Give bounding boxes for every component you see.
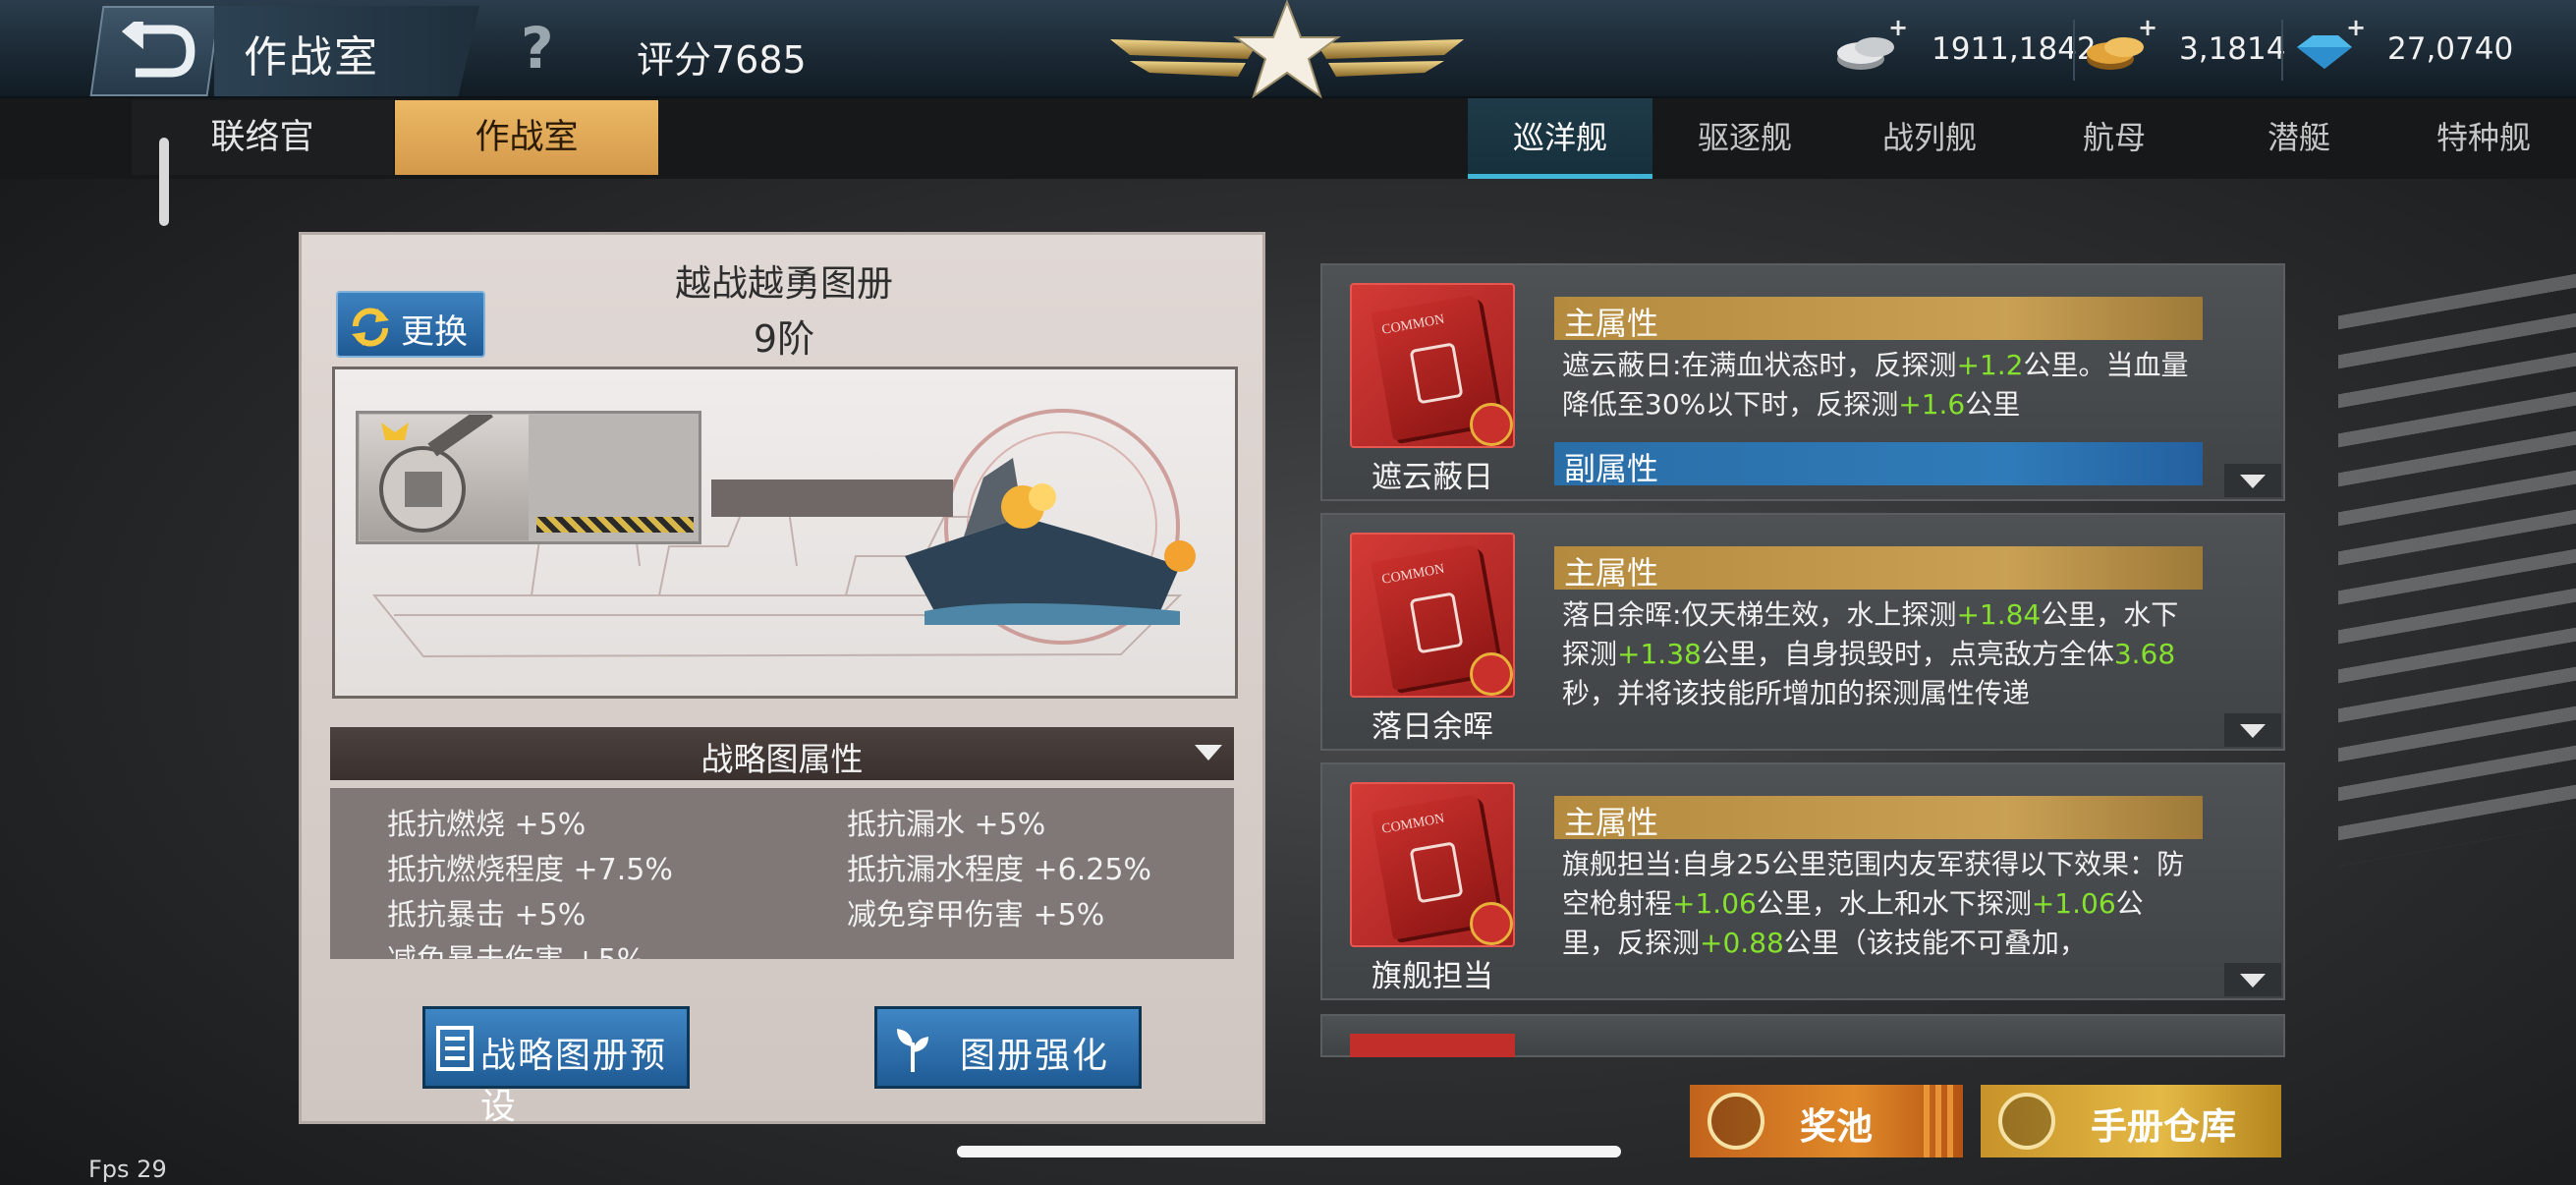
swap-button[interactable]: 更换 <box>336 291 485 358</box>
blueprint-enhance-label: 图册强化 <box>960 1036 1110 1076</box>
sprout-enhance-icon <box>897 1029 928 1072</box>
attribute-item: 抵抗燃烧程度 +7.5% <box>387 853 673 887</box>
attribute-header-label: 战略图属性 <box>700 740 864 778</box>
reward-pool-label: 奖池 <box>1800 1105 1873 1148</box>
manual-warehouse-label: 手册仓库 <box>2091 1105 2236 1148</box>
attribute-item: 抵抗漏水 +5% <box>847 808 1046 842</box>
diamond-amount: 27,0740 <box>2387 31 2514 67</box>
add-diamond-icon[interactable]: + <box>2346 14 2366 41</box>
tab-submarine[interactable]: 潜艇 <box>2207 98 2391 179</box>
equipment-slot[interactable] <box>360 404 529 540</box>
expand-card-button[interactable] <box>2224 464 2281 497</box>
main-attribute-label: 主属性 <box>1564 305 1659 342</box>
tab-destroyer[interactable]: 驱逐舰 <box>1652 98 1837 179</box>
blueprint-title: 越战越勇图册 <box>675 262 893 305</box>
tab-battleship[interactable]: 战列舰 <box>1837 98 2022 179</box>
equipment-name-plate <box>711 480 953 517</box>
refresh-icon[interactable] <box>1470 902 1513 945</box>
expand-caret-icon[interactable] <box>1195 745 1222 761</box>
sub-attribute-label: 副属性 <box>1564 450 1659 487</box>
background-window-light <box>2338 273 2576 867</box>
swap-refresh-icon <box>352 308 389 347</box>
skill-book-icon <box>1350 1034 1515 1057</box>
skill-book-icon: COMMON <box>1350 283 1515 448</box>
medal-icon <box>1708 1093 1764 1150</box>
attribute-item: 减免暴击伤害 +5% <box>387 935 644 959</box>
skill-description: 落日余晖:仅天梯生效，水上探测+1.84公里，水下探测+1.38公里，自身损毁时… <box>1562 598 2179 709</box>
main-attribute-label: 主属性 <box>1564 804 1659 841</box>
main-attribute-bar: 主属性 <box>1554 546 2203 592</box>
blueprint-tier: 9阶 <box>753 317 815 361</box>
scroll-indicator[interactable] <box>159 138 169 226</box>
skill-description: 旗舰担当:自身25公里范围内友军获得以下效果：防空枪射程+1.06公里，水上和水… <box>1562 848 2185 959</box>
expand-card-button[interactable] <box>2224 963 2281 996</box>
attribute-item: 抵抗燃烧 +5% <box>387 808 587 842</box>
currency-divider <box>2281 20 2283 81</box>
skill-book-icon: COMMON <box>1350 782 1515 947</box>
rank-star-emblem-icon <box>1110 0 1464 99</box>
back-arrow-icon <box>121 22 196 78</box>
equipment-progress-bar <box>536 517 694 533</box>
refresh-icon[interactable] <box>1470 652 1513 696</box>
fps-counter: Fps 29 <box>88 1156 167 1183</box>
main-attribute-bar: 主属性 <box>1554 297 2203 342</box>
warehouse-icon <box>1998 1093 2055 1150</box>
page-title: 作战室 <box>244 32 379 83</box>
manual-warehouse-button[interactable]: 手册仓库 <box>1981 1085 2281 1157</box>
blueprint-preset-label: 战略图册预设 <box>480 1036 668 1127</box>
main-attribute-label: 主属性 <box>1564 554 1659 592</box>
tab-special-ship[interactable]: 特种舰 <box>2391 98 2576 179</box>
attribute-list[interactable]: 抵抗燃烧 +5% 抵抗漏水 +5% 抵抗燃烧程度 +7.5% 抵抗漏水程度 +6… <box>330 788 1234 959</box>
tab-carrier[interactable]: 航母 <box>2022 98 2207 179</box>
skill-name: 遮云蔽日 <box>1372 460 1493 495</box>
tab-warroom[interactable]: 作战室 <box>395 100 658 175</box>
tab-cruiser[interactable]: 巡洋舰 <box>1468 98 1652 179</box>
gold-amount: 3,1814 <box>2179 31 2286 67</box>
add-silver-icon[interactable]: + <box>1888 14 1908 41</box>
swap-label: 更换 <box>401 312 468 352</box>
attribute-item: 抵抗暴击 +5% <box>387 898 587 932</box>
chevron-down-icon <box>2240 475 2266 488</box>
skill-book-icon: COMMON <box>1350 533 1515 698</box>
refresh-icon[interactable] <box>1470 403 1513 446</box>
blueprint-enhance-button[interactable]: 图册强化 <box>874 1006 1142 1089</box>
list-document-icon <box>436 1026 474 1071</box>
silver-amount: 1911,1842 <box>1932 31 2097 67</box>
blueprint-preset-button[interactable]: 战略图册预设 <box>422 1006 690 1127</box>
tab-liaison[interactable]: 联络官 <box>132 100 393 175</box>
sub-attribute-bar: 副属性 <box>1554 442 2203 487</box>
score-label: 评分7685 <box>637 38 807 82</box>
back-button[interactable] <box>89 6 221 96</box>
chevron-down-icon <box>2240 724 2266 738</box>
gun-turret-icon <box>379 404 493 533</box>
chevron-decoration <box>1924 1085 1953 1157</box>
reward-pool-button[interactable]: 奖池 <box>1690 1085 1963 1157</box>
skill-description: 遮云蔽日:在满血状态时，反探测+1.2公里。当血量降低至30%以下时，反探测+1… <box>1562 349 2189 421</box>
main-attribute-bar: 主属性 <box>1554 796 2203 841</box>
skill-name: 落日余晖 <box>1372 709 1493 745</box>
attribute-item: 抵抗漏水程度 +6.25% <box>847 853 1151 887</box>
skill-name: 旗舰担当 <box>1372 959 1493 994</box>
add-gold-icon[interactable]: + <box>2138 14 2157 41</box>
chevron-down-icon <box>2240 974 2266 988</box>
attribute-item: 减免穿甲伤害 +5% <box>847 898 1105 932</box>
currency-divider <box>2073 20 2075 81</box>
help-icon[interactable]: ? <box>521 20 554 77</box>
expand-card-button[interactable] <box>2224 713 2281 747</box>
home-indicator[interactable] <box>957 1146 1621 1157</box>
